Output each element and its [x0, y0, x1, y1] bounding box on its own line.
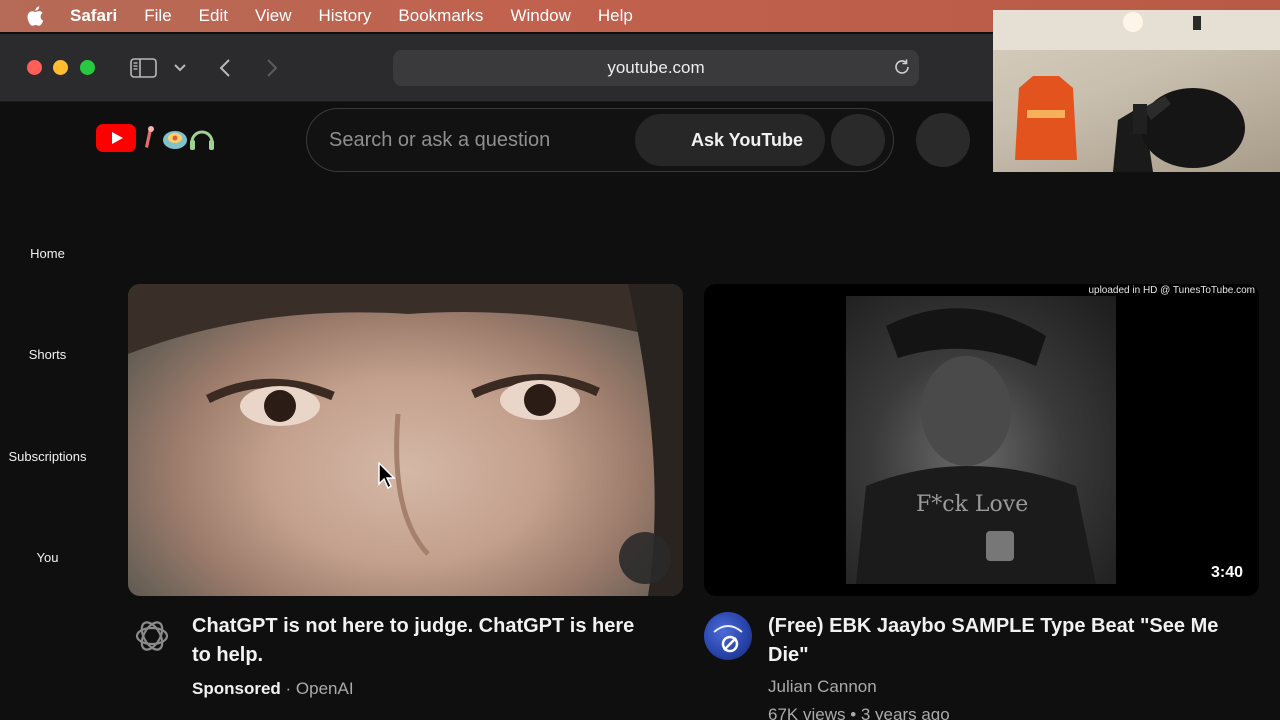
apple-menu[interactable] [0, 6, 70, 26]
chevron-down-icon [174, 64, 186, 72]
sidebar-item-shorts[interactable]: Shorts [0, 347, 95, 362]
voice-search-button[interactable] [916, 113, 970, 167]
watermark-text: uploaded in HD @ TunesToTube.com [1088, 285, 1255, 296]
menu-file[interactable]: File [144, 6, 171, 26]
search-input[interactable]: Search or ask a question [329, 129, 550, 152]
separator-dot: · [285, 679, 296, 698]
webcam-overlay [993, 10, 1280, 172]
openai-logo-icon [135, 621, 169, 651]
sidebar-item-label: Shorts [28, 347, 67, 362]
sidebar-item-subscriptions[interactable]: Subscriptions [0, 449, 95, 464]
face-thumbnail-image [128, 284, 683, 596]
webcam-scene [993, 10, 1280, 172]
menu-view[interactable]: View [255, 6, 292, 26]
channel-avatar[interactable] [704, 612, 752, 660]
address-bar[interactable]: youtube.com [393, 50, 919, 86]
search-box[interactable]: Search or ask a question Ask YouTube [306, 108, 894, 172]
forward-button[interactable] [262, 57, 282, 79]
reload-button[interactable] [893, 58, 911, 81]
video-meta: Sponsored · OpenAI [192, 679, 354, 699]
chevron-right-icon [267, 59, 278, 77]
ask-youtube-label: Ask YouTube [690, 129, 803, 150]
video-stats: 67K views • 3 years ago [768, 705, 950, 720]
menu-app-safari[interactable]: Safari [70, 6, 117, 26]
youtube-logo-icon [96, 124, 136, 152]
sidebar-item-label: Subscriptions [8, 449, 87, 464]
menu-bookmarks[interactable]: Bookmarks [398, 6, 483, 26]
sidebar-item-label: Home [30, 246, 65, 261]
doodle-icon [145, 126, 214, 150]
menu-help[interactable]: Help [598, 6, 633, 26]
tab-group-dropdown[interactable] [172, 60, 188, 76]
portrait-thumbnail-image: F*ck Love [856, 308, 1096, 584]
url-text: youtube.com [607, 58, 705, 77]
sidebar-item-home[interactable]: Home [0, 246, 95, 261]
menu-history[interactable]: History [319, 6, 372, 26]
fullscreen-window-button[interactable] [80, 60, 95, 75]
search-button[interactable] [831, 114, 885, 166]
close-window-button[interactable] [27, 60, 42, 75]
minimize-window-button[interactable] [53, 60, 68, 75]
thumbnail-shirt-text: F*ck Love [916, 492, 1028, 517]
ask-youtube-button[interactable]: Ask YouTube [635, 114, 825, 166]
menu-edit[interactable]: Edit [199, 6, 228, 26]
thumbnail-image: F*ck Love [846, 296, 1116, 584]
sponsored-label: Sponsored [192, 679, 281, 698]
channel-avatar-icon [713, 625, 743, 653]
video-title[interactable]: (Free) EBK Jaaybo SAMPLE Type Beat "See … [768, 612, 1238, 670]
reload-icon [895, 59, 909, 74]
channel-name[interactable]: OpenAI [296, 679, 354, 698]
back-button[interactable] [215, 57, 235, 79]
menu-window[interactable]: Window [510, 6, 570, 26]
chevron-left-icon [219, 59, 230, 77]
youtube-logo[interactable] [96, 124, 216, 152]
mouse-cursor-icon [378, 462, 396, 490]
sidebar-item-label: You [36, 550, 59, 565]
openai-avatar[interactable] [128, 612, 176, 660]
video-title[interactable]: ChatGPT is not here to judge. ChatGPT is… [192, 612, 652, 670]
video-thumbnail[interactable]: F*ck Love uploaded in HD @ TunesToTube.c… [704, 284, 1259, 596]
sidebar-toggle-button[interactable] [130, 57, 157, 79]
sidebar-item-you[interactable]: You [0, 550, 95, 565]
sidebar-icon [130, 58, 157, 78]
apple-icon [27, 6, 44, 26]
channel-name[interactable]: Julian Cannon [768, 677, 877, 697]
duration-badge: 3:40 [1210, 564, 1243, 581]
video-thumbnail[interactable] [128, 284, 683, 596]
